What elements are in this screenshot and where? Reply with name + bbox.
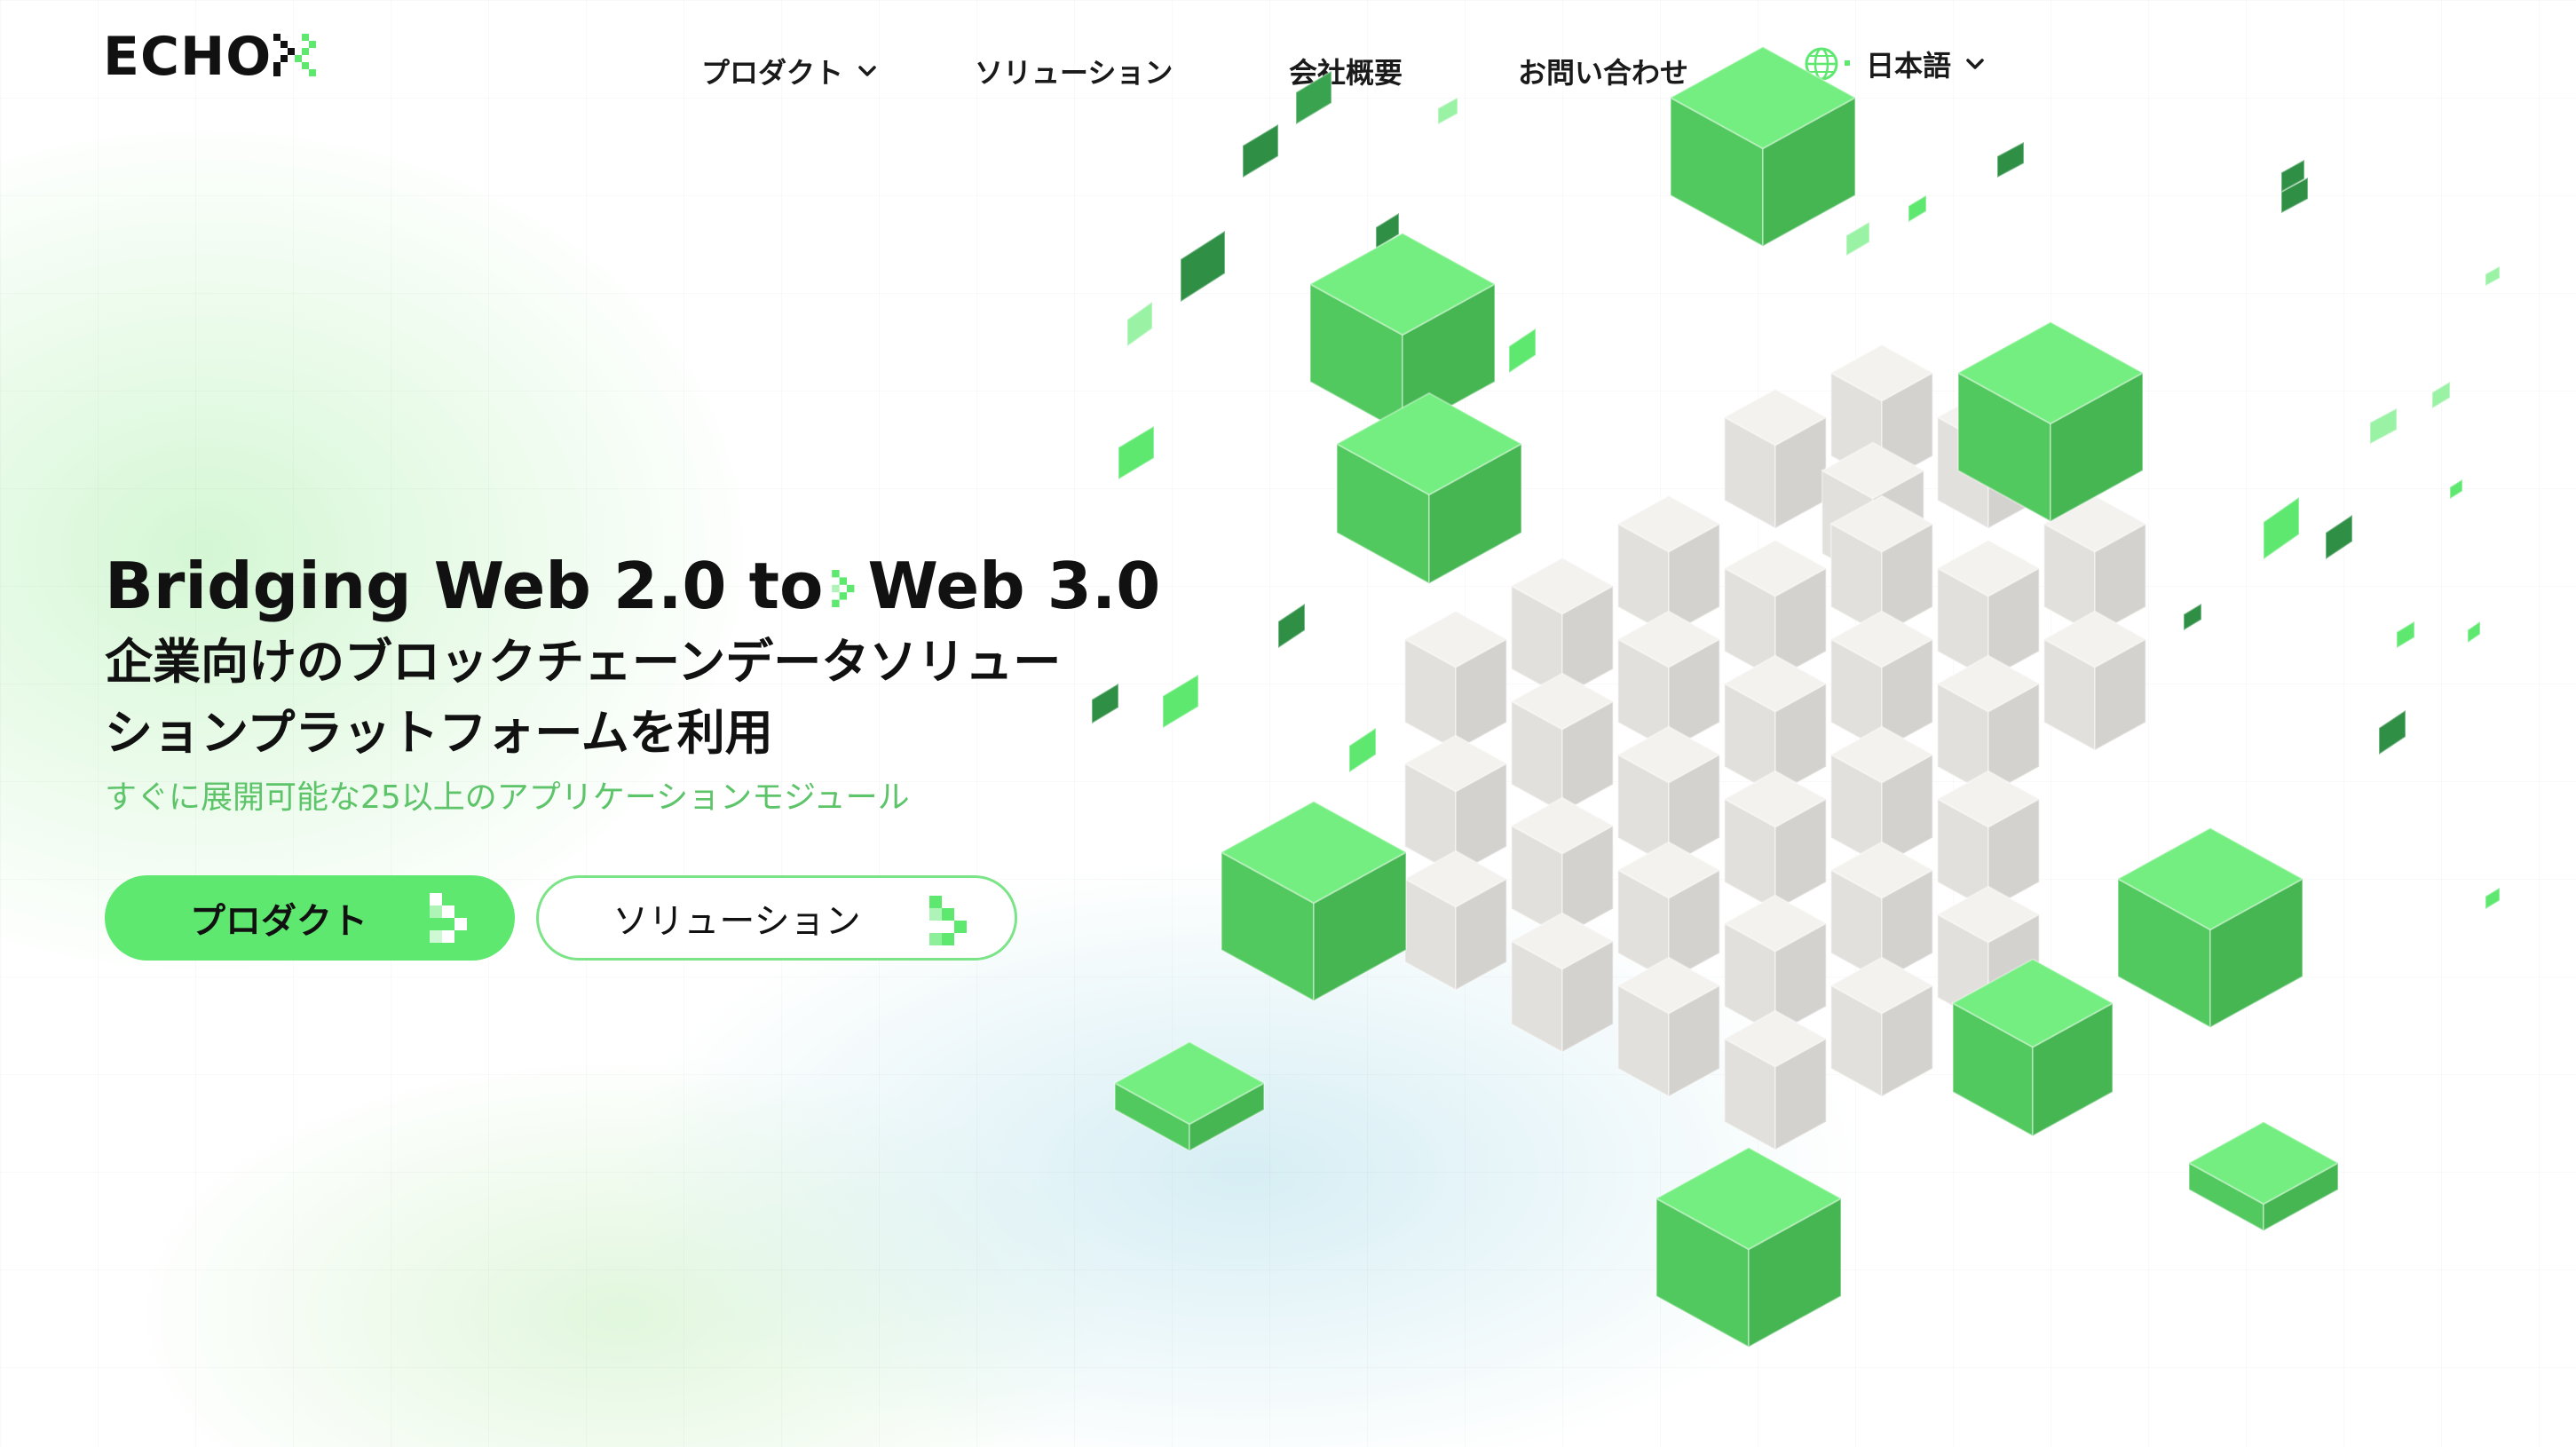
- pixel-arrow-icon: [430, 893, 479, 943]
- pixel-arrow-icon: [929, 896, 979, 945]
- pixel-arrow-icon: [832, 548, 862, 622]
- nav-products-label: プロダクト: [701, 56, 844, 90]
- products-button[interactable]: プロダクト: [105, 875, 515, 961]
- isometric-cube-illustration: [1091, 45, 2501, 1348]
- chevron-down-icon: [857, 65, 877, 77]
- nav-products[interactable]: プロダクト: [701, 44, 877, 98]
- hero-tagline: すぐに展開可能な25以上のアプリケーションモジュール: [105, 779, 910, 816]
- solutions-button[interactable]: ソリューション: [536, 875, 1017, 961]
- headline-part1: Bridging Web 2.0 to: [105, 549, 824, 623]
- hero-subheadline: 企業向けのブロックチェーンデータソリューションプラットフォームを利用: [105, 634, 1062, 761]
